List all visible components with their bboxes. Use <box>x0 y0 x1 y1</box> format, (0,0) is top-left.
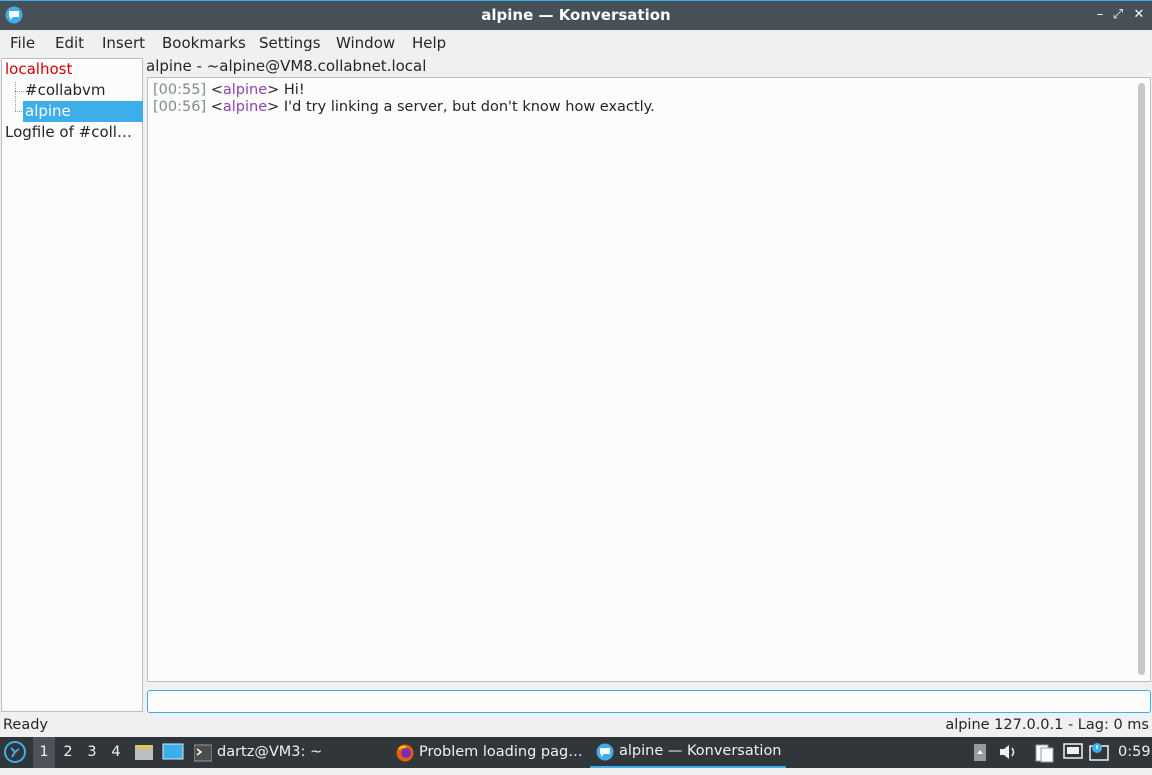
maximize-button[interactable]: ⤢ <box>1110 7 1126 23</box>
connection-status: alpine 127.0.0.1 - Lag: 0 ms <box>945 717 1149 733</box>
chat-message: [00:55] <alpine> Hi! <box>153 82 305 98</box>
menu-edit[interactable]: Edit <box>55 34 84 52</box>
minimize-button[interactable]: – <box>1092 7 1108 23</box>
menu-insert[interactable]: Insert <box>102 34 145 52</box>
network-icon[interactable] <box>1062 742 1084 762</box>
chat-message: [00:56] <alpine> I'd try linking a serve… <box>153 99 655 115</box>
task-konversation[interactable]: alpine — Konversation <box>590 737 786 768</box>
taskbar: 1 2 3 4 dartz@VM3: ~ Problem loading pag… <box>0 737 1152 768</box>
start-menu-icon[interactable] <box>4 741 26 764</box>
message-nick[interactable]: alpine <box>223 99 267 115</box>
menu-window[interactable]: Window <box>336 34 395 52</box>
tree-branch-line <box>15 82 16 111</box>
chat-scrollbar[interactable] <box>1138 83 1145 675</box>
desktop-4[interactable]: 4 <box>105 737 127 768</box>
konversation-icon <box>596 743 614 760</box>
task-label: Problem loading pag… <box>419 744 583 760</box>
task-label: alpine — Konversation <box>619 743 782 759</box>
message-nick[interactable]: alpine <box>223 82 267 98</box>
tree-item-query-alpine[interactable]: alpine <box>23 101 143 122</box>
chat-view[interactable]: [00:55] <alpine> Hi! [00:56] <alpine> I'… <box>147 77 1151 682</box>
tree-item-channel-collabvm[interactable]: #collabvm <box>25 81 106 99</box>
desktop-1[interactable]: 1 <box>33 737 55 768</box>
menu-help[interactable]: Help <box>412 34 446 52</box>
menu-file[interactable]: File <box>10 34 35 52</box>
window-title: alpine — Konversation <box>481 6 671 24</box>
show-desktop-icon[interactable] <box>162 742 184 762</box>
desktop-2[interactable]: 2 <box>57 737 79 768</box>
file-manager-icon[interactable] <box>134 742 154 762</box>
terminal-icon <box>194 744 212 761</box>
message-text: Hi! <box>283 82 305 98</box>
query-topic: alpine - ~alpine@VM8.collabnet.local <box>146 57 427 75</box>
clipboard-icon[interactable] <box>972 742 988 762</box>
menu-bar: File Edit Insert Bookmarks Settings Wind… <box>0 30 1152 56</box>
firefox-icon <box>396 744 414 761</box>
window-titlebar: alpine — Konversation – ⤢ ✕ <box>0 0 1152 30</box>
tree-item-logfile[interactable]: Logfile of #collab… <box>5 123 141 141</box>
view-tree: localhost #collabvm alpine Logfile of #c… <box>1 58 143 712</box>
message-timestamp: [00:55] <box>153 82 207 98</box>
message-input[interactable] <box>147 690 1151 713</box>
menu-bookmarks[interactable]: Bookmarks <box>162 34 246 52</box>
message-text: I'd try linking a server, but don't know… <box>283 99 655 115</box>
desktop-3[interactable]: 3 <box>81 737 103 768</box>
task-firefox[interactable]: Problem loading pag… <box>396 737 583 768</box>
menu-settings[interactable]: Settings <box>259 34 321 52</box>
message-timestamp: [00:56] <box>153 99 207 115</box>
status-bar: Ready alpine 127.0.0.1 - Lag: 0 ms <box>0 716 1152 736</box>
tree-branch-line <box>15 91 24 92</box>
task-terminal[interactable]: dartz@VM3: ~ <box>194 737 322 768</box>
tree-item-server-localhost[interactable]: localhost <box>5 60 72 78</box>
status-text: Ready <box>3 717 49 733</box>
volume-icon[interactable] <box>998 742 1020 762</box>
notes-icon[interactable] <box>1034 742 1056 764</box>
clock[interactable]: 0:59 <box>1118 737 1151 768</box>
task-label: dartz@VM3: ~ <box>217 744 323 760</box>
notifications-icon[interactable] <box>1088 742 1110 762</box>
close-button[interactable]: ✕ <box>1131 7 1147 23</box>
